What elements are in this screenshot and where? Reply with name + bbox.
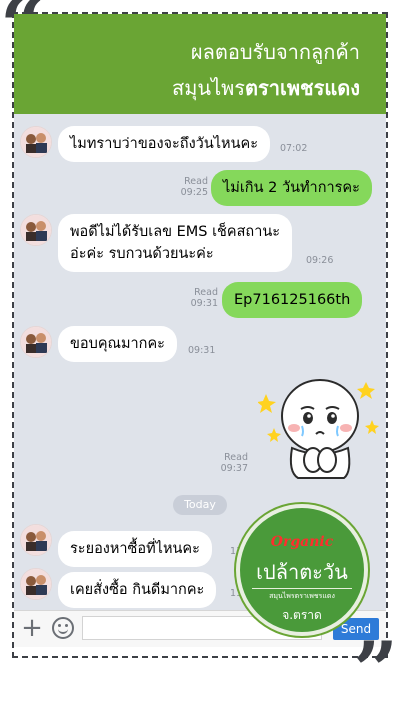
- message-time: 09:26: [306, 255, 334, 266]
- message-bubble[interactable]: พอดีไม่ได้รับเลข EMS เช็คสถานะ อ่ะค่ะ รบ…: [58, 214, 293, 272]
- message-bubble[interactable]: Ep716125166th: [222, 282, 363, 318]
- close-quote-icon: ”: [353, 625, 398, 716]
- message-bubble[interactable]: ไม่เกิน 2 วันทำการคะ: [211, 170, 372, 206]
- message-time: 09:37: [220, 463, 248, 474]
- avatar[interactable]: [20, 568, 52, 600]
- message-time: 09:25: [180, 187, 208, 198]
- brand-logo-badge: Organic เปล้าตะวัน สมุนไพรตราเพชรแดง จ.ต…: [236, 504, 368, 636]
- plus-icon[interactable]: +: [20, 615, 44, 641]
- message-time: 09:31: [188, 345, 216, 356]
- badge-sub-label: สมุนไพรตราเพชรแดง: [252, 588, 352, 602]
- emoji-icon[interactable]: [52, 617, 74, 639]
- read-status: Read: [184, 176, 208, 187]
- message-time: 07:02: [280, 143, 308, 154]
- avatar-image-icon: [21, 127, 51, 157]
- avatar-image-icon: [21, 327, 51, 357]
- avatar[interactable]: [20, 214, 52, 246]
- read-status: Read: [194, 287, 218, 298]
- avatar-image-icon: [21, 569, 51, 599]
- message-bubble[interactable]: ระยองหาซื้อที่ไหนคะ: [58, 531, 212, 567]
- header-title: ผลตอบรับจากลูกค้า: [190, 40, 360, 64]
- avatar[interactable]: [20, 326, 52, 358]
- crying-thankful-sticker-icon[interactable]: [258, 368, 382, 484]
- message-bubble[interactable]: ไมทราบว่าของจะถึงวันไหนคะ: [58, 126, 270, 162]
- avatar[interactable]: [20, 126, 52, 158]
- message-time: 09:31: [190, 298, 218, 309]
- message-bubble[interactable]: ขอบคุณมากคะ: [58, 326, 177, 362]
- header-subtitle: สมุนไพรตราเพชรแดง: [172, 76, 360, 100]
- badge-province-label: จ.ตราด: [282, 608, 322, 622]
- avatar[interactable]: [20, 524, 52, 556]
- message-bubble[interactable]: เคยสั่งซื้อ กินดีมากคะ: [58, 572, 217, 608]
- badge-organic-label: Organic: [270, 534, 334, 550]
- avatar-image-icon: [21, 525, 51, 555]
- read-status: Read: [224, 452, 248, 463]
- header-banner: ผลตอบรับจากลูกค้า สมุนไพรตราเพชรแดง: [14, 14, 386, 114]
- date-divider: Today: [173, 495, 227, 515]
- badge-brand-name: เปล้าตะวัน: [256, 560, 348, 584]
- avatar-image-icon: [21, 215, 51, 245]
